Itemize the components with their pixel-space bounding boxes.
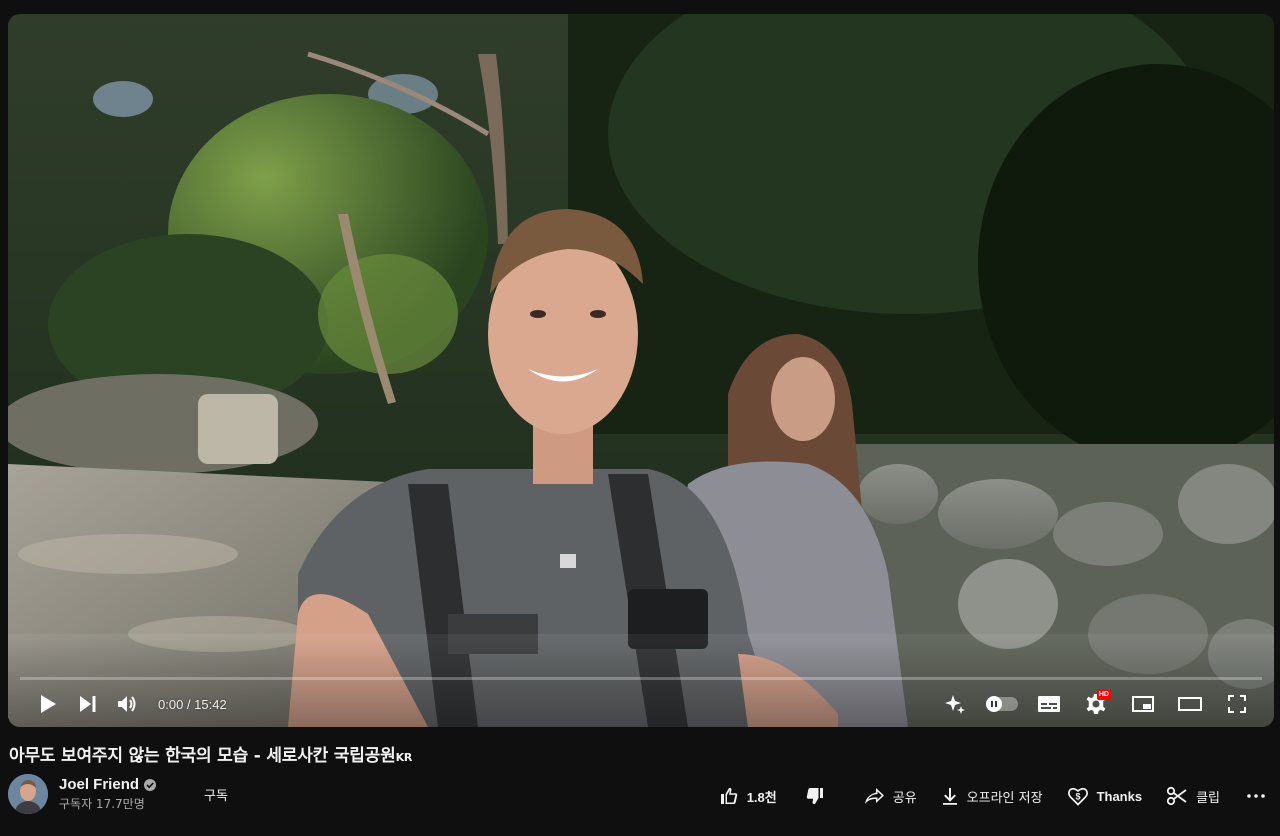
video-title: 아무도 보여주지 않는 한국의 모습 - 세로사칸 국립공원KR [9,741,412,766]
thanks-button[interactable]: $ Thanks [1055,778,1155,814]
progress-bar[interactable] [20,677,1262,680]
subtitles-icon [1037,696,1060,712]
time-current: 0:00 [158,696,184,712]
thumbs-up-icon [720,787,737,804]
like-count: 1.8천 [746,789,777,805]
thanks-heart-icon: $ [1067,787,1088,806]
owner-text: Joel Friend 구독자 17.7만명 [59,776,157,812]
subtitles-button[interactable] [1025,686,1072,722]
miniplayer-icon [1131,696,1154,712]
player-controls: 0:00 / 15:42 HD [8,686,1274,722]
hd-badge: HD [1096,690,1111,700]
time-separator: / [183,696,195,712]
pause-icon [990,701,997,707]
fullscreen-button[interactable] [1213,686,1260,722]
play-button[interactable] [28,686,68,722]
thumbs-down-icon [806,788,823,805]
next-button[interactable] [68,686,108,722]
volume-button[interactable] [108,686,148,722]
channel-name-row: Joel Friend [59,776,157,793]
fullscreen-icon [1227,695,1246,713]
settings-button[interactable]: HD [1072,686,1119,722]
video-actions: 1.8천 공유 오프라인 저장 $ Thanks 클립 [707,778,1280,814]
clip-button[interactable]: 클립 [1154,778,1232,814]
channel-name[interactable]: Joel Friend [59,776,139,793]
scissors-icon [1166,786,1187,806]
avatar-image [8,774,48,814]
video-player[interactable]: 0:00 / 15:42 HD [8,14,1274,727]
volume-icon [118,696,136,712]
download-button[interactable]: 오프라인 저장 [929,778,1055,814]
share-icon [864,788,884,804]
share-label: 공유 [892,790,917,806]
miniplayer-button[interactable] [1119,686,1166,722]
verified-icon [144,778,157,791]
subscribe-button[interactable]: 구독 [189,776,243,812]
more-horizontal-icon [1247,794,1265,798]
theater-mode-button[interactable] [1166,686,1213,722]
video-frame [8,14,1274,727]
play-icon [41,695,56,713]
download-icon [942,788,957,805]
svg-text:$: $ [1075,792,1080,802]
dislike-button[interactable] [785,778,851,814]
autoplay-switch [985,696,1018,712]
autoplay-toggle[interactable] [978,686,1025,722]
video-title-text: 아무도 보여주지 않는 한국의 모습 - 세로사칸 국립공원 [9,746,396,766]
autoplay-knob [985,696,1002,712]
thanks-label: Thanks [1096,788,1143,804]
download-label: 오프라인 저장 [966,790,1043,806]
channel-avatar[interactable] [8,774,48,814]
time-display: 0:00 / 15:42 [158,697,227,712]
subscriber-count: 구독자 17.7만명 [59,797,145,811]
theater-icon [1177,697,1202,711]
sparkle-icon [944,695,965,714]
ai-features-button[interactable] [931,686,978,722]
skip-next-icon [80,696,96,712]
video-owner: Joel Friend 구독자 17.7만명 구독 [8,774,243,814]
share-button[interactable]: 공유 [851,778,929,814]
clip-label: 클립 [1196,790,1220,806]
time-total: 15:42 [194,696,227,712]
like-button[interactable]: 1.8천 [707,778,785,814]
video-title-suffix: KR [395,751,413,764]
more-actions-button[interactable] [1238,778,1274,814]
